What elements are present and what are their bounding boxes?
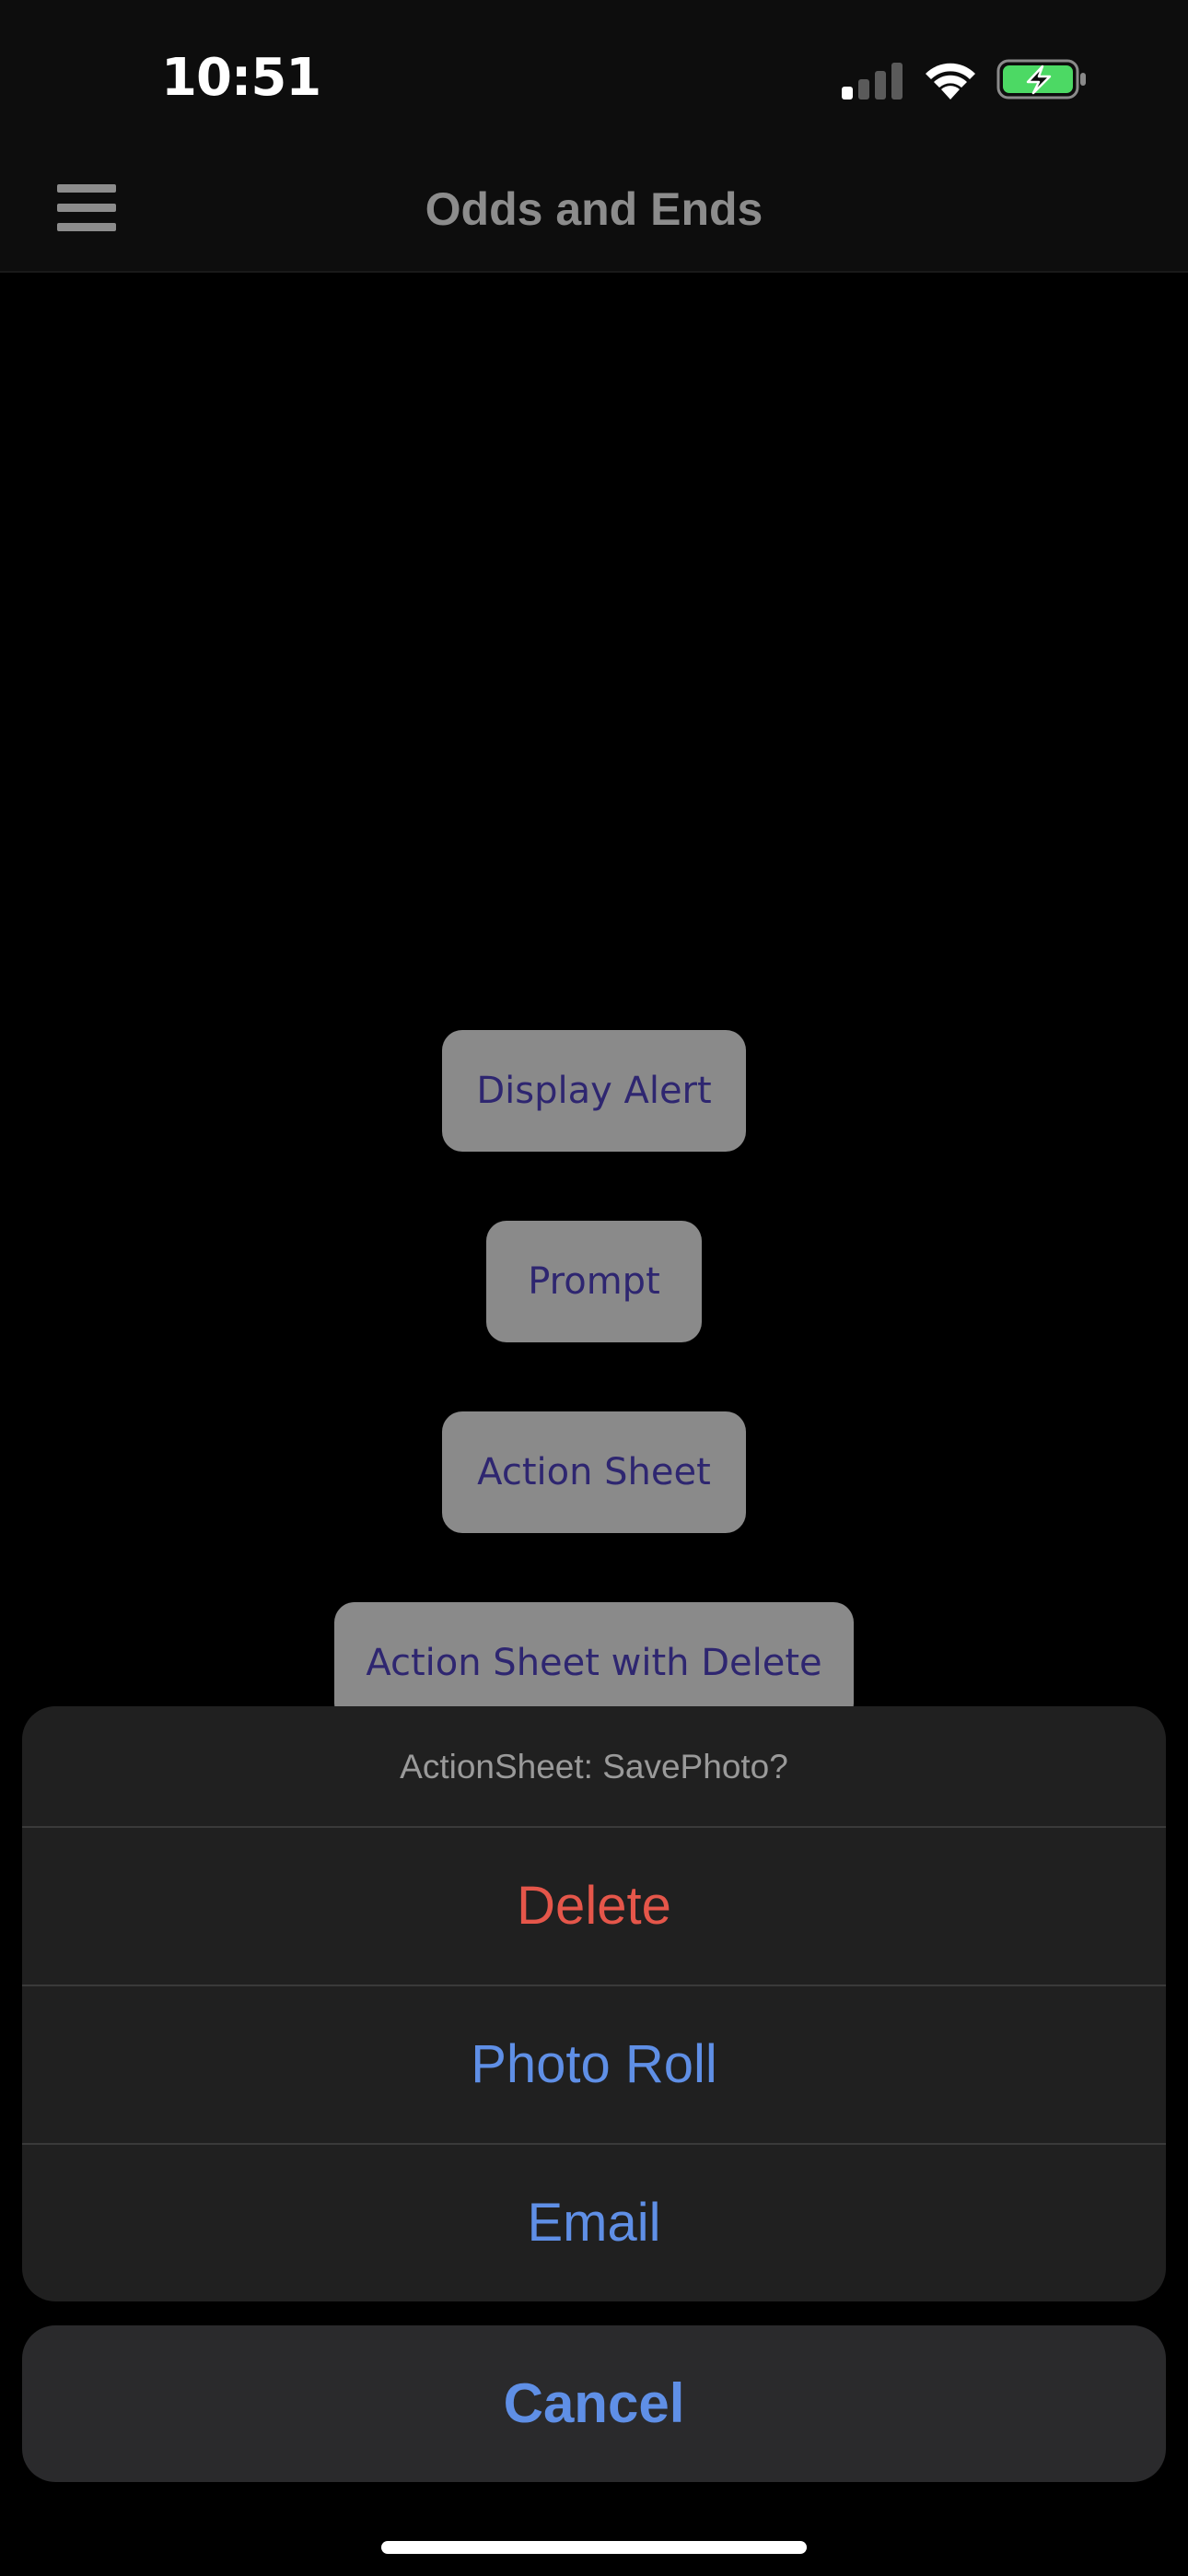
wifi-icon [926,63,975,100]
action-sheet-title: ActionSheet: SavePhoto? [22,1706,1166,1828]
action-sheet: ActionSheet: SavePhoto? Delete Photo Rol… [22,1706,1166,2301]
photo-roll-option[interactable]: Photo Roll [22,1986,1166,2145]
page-title: Odds and Ends [425,183,763,235]
delete-option[interactable]: Delete [22,1828,1166,1986]
prompt-button[interactable]: Prompt [486,1221,702,1342]
battery-charging-icon [996,59,1086,100]
email-option[interactable]: Email [22,2145,1166,2301]
action-sheet-button[interactable]: Action Sheet [442,1411,746,1533]
cellular-signal-icon [842,63,903,100]
display-alert-button[interactable]: Display Alert [442,1030,746,1152]
status-time: 10:51 [161,48,321,108]
home-indicator[interactable] [381,2541,807,2554]
nav-bar: Odds and Ends [0,147,1188,273]
cancel-button[interactable]: Cancel [22,2325,1166,2482]
status-bar: 10:51 [0,0,1188,147]
hamburger-menu-icon[interactable] [44,171,129,245]
